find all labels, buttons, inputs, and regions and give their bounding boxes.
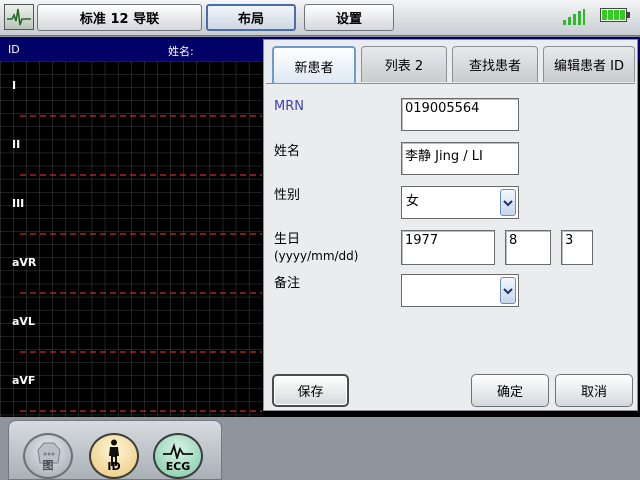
settings-button[interactable]: 设置 xyxy=(304,4,394,31)
mode-dock: 图 ID ECG xyxy=(8,420,222,480)
patient-id-label-bottom: ID xyxy=(107,460,121,473)
name-label: 姓名 xyxy=(274,144,301,159)
patient-id-label: ID xyxy=(8,43,20,56)
save-button[interactable]: 保存 xyxy=(272,374,349,407)
patient-id-button[interactable]: ID xyxy=(89,433,139,479)
patient-name-label: 姓名: xyxy=(168,45,194,58)
ecg-monitor-icon[interactable] xyxy=(4,4,34,30)
sex-label: 性别 xyxy=(274,188,301,203)
mrn-label: MRN xyxy=(274,99,304,114)
tab-divider xyxy=(266,83,635,84)
chest-view-button[interactable]: 图 xyxy=(23,433,73,479)
standard-12-lead-button[interactable]: 标准 12 导联 xyxy=(37,4,202,31)
tab-list[interactable]: 列表 2 xyxy=(361,46,447,82)
dob-month-field[interactable]: 8 xyxy=(505,230,551,265)
patient-dialog: 新患者 列表 2 查找患者 编辑患者 ID MRN 019005564 姓名 李… xyxy=(263,39,638,411)
chest-view-label: 图 xyxy=(42,459,54,472)
tab-new-patient[interactable]: 新患者 xyxy=(272,46,356,84)
signal-strength-icon xyxy=(563,9,585,25)
lead-label-avl: aVL xyxy=(12,315,35,328)
dob-year-field[interactable]: 1977 xyxy=(401,230,495,265)
tab-find-patient[interactable]: 查找患者 xyxy=(452,46,538,82)
ok-button[interactable]: 确定 xyxy=(471,374,549,407)
battery-icon xyxy=(600,8,630,22)
mrn-field[interactable]: 019005564 xyxy=(401,98,519,131)
ecg-wave-icon xyxy=(163,443,193,459)
dob-format-label: (yyyy/mm/dd) xyxy=(274,249,359,263)
top-toolbar: 标准 12 导联 布局 设置 xyxy=(0,0,640,36)
lead-label-ii: II xyxy=(12,138,21,151)
dob-label: 生日 xyxy=(274,232,301,247)
sex-select[interactable]: 女 xyxy=(401,186,519,219)
bottom-bar: 图 ID ECG xyxy=(0,417,640,480)
lead-label-iii: III xyxy=(12,197,25,210)
lead-label-avf: aVF xyxy=(12,374,36,387)
cancel-button[interactable]: 取消 xyxy=(555,374,633,407)
name-field[interactable]: 李静 Jing / LI xyxy=(401,142,519,175)
ecg-grid xyxy=(0,61,262,417)
ecg-button[interactable]: ECG xyxy=(153,433,203,479)
chevron-down-icon[interactable] xyxy=(500,277,516,304)
lead-label-i: I xyxy=(12,79,17,92)
ecg-button-label: ECG xyxy=(165,460,191,473)
tab-edit-patient-id[interactable]: 编辑患者 ID xyxy=(543,46,635,82)
chevron-down-icon[interactable] xyxy=(500,189,516,216)
dob-day-field[interactable]: 3 xyxy=(561,230,593,265)
layout-button[interactable]: 布局 xyxy=(206,4,296,31)
notes-select[interactable] xyxy=(401,274,519,307)
sex-select-value: 女 xyxy=(406,194,420,209)
lead-label-avr: aVR xyxy=(12,256,37,269)
notes-label: 备注 xyxy=(274,276,301,291)
